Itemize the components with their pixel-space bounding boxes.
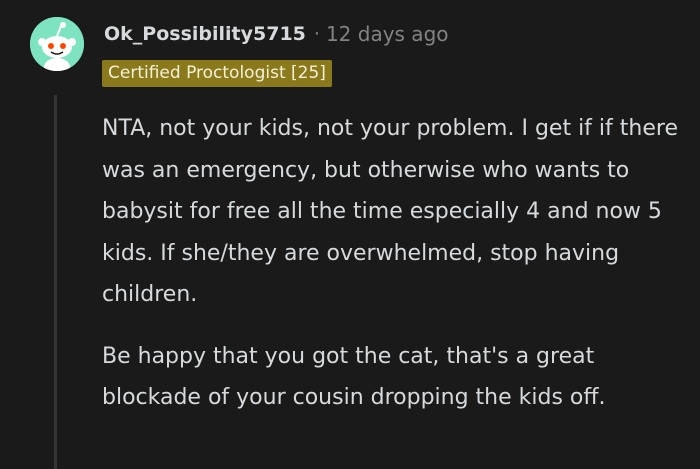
comment-paragraph: Be happy that you got the cat, that's a … (102, 343, 606, 411)
meta-separator: · (313, 23, 320, 45)
comment-paragraph: NTA, not your kids, not your problem. I … (102, 116, 678, 307)
thread-line[interactable] (54, 95, 57, 469)
username-link[interactable]: Ok_Possibility5715 (104, 23, 306, 45)
comment: Ok_Possibility5715 · 12 days ago Certifi… (0, 0, 700, 469)
snoo-avatar-icon[interactable] (30, 17, 84, 71)
timestamp-link[interactable]: 12 days ago (326, 22, 449, 46)
comment-body: NTA, not your kids, not your problem. I … (102, 108, 692, 439)
user-flair-badge: Certified Proctologist [25] (102, 60, 332, 87)
comment-header: Ok_Possibility5715 · 12 days ago (104, 19, 449, 49)
